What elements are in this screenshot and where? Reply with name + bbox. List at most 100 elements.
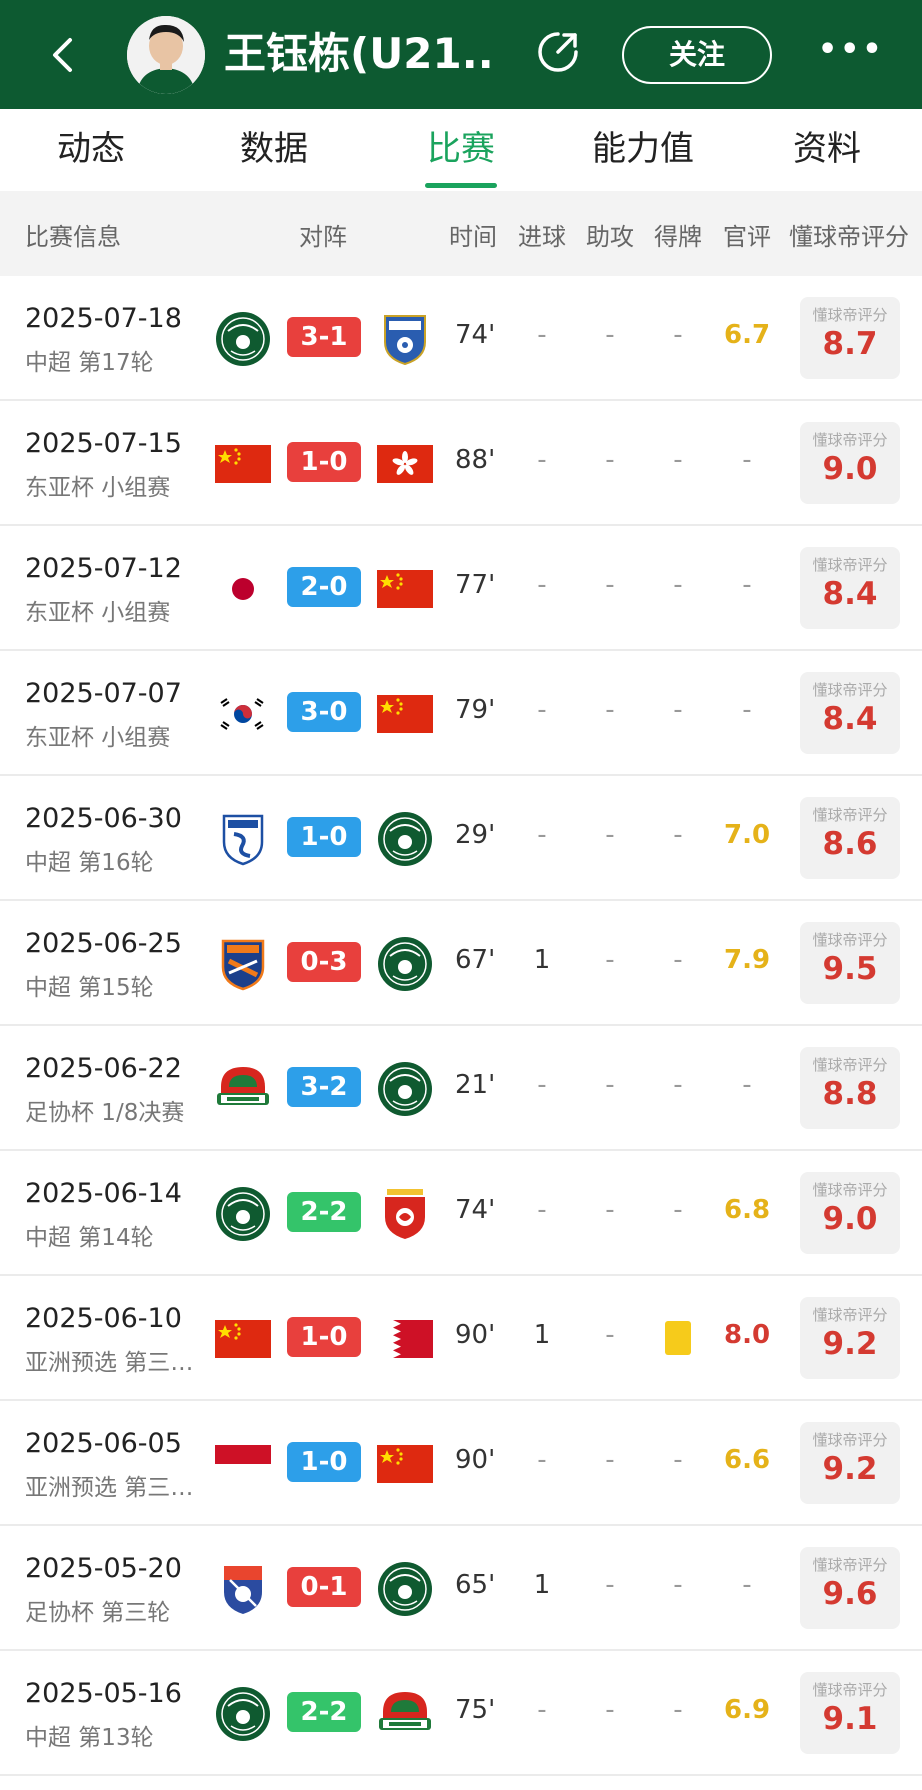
- assists-value: -: [605, 1070, 615, 1100]
- bahrain-flag: [376, 1310, 434, 1368]
- zhejiang-logo: [214, 1685, 272, 1743]
- match-score: 3-0: [287, 692, 361, 732]
- official-rating: -: [742, 695, 752, 725]
- qingdao-west-coast-logo: [214, 935, 272, 993]
- zhejiang-logo: [376, 810, 434, 868]
- goals-value: -: [537, 1695, 547, 1725]
- col-official: 官评: [723, 223, 771, 251]
- fan-rating-label: 懂球帝评分: [812, 1056, 888, 1074]
- match-row[interactable]: 2025-07-12 东亚杯 小组赛 2-0 77' - - - - 懂球帝评分 8.4: [0, 526, 922, 651]
- goals-value: 1: [533, 945, 551, 975]
- tab-data[interactable]: 数据: [240, 127, 308, 171]
- fan-rating-label: 懂球帝评分: [812, 1306, 888, 1324]
- fan-rating-label: 懂球帝评分: [812, 556, 888, 574]
- goals-value: -: [537, 320, 547, 350]
- minutes-played: 65': [455, 1570, 496, 1600]
- match-row[interactable]: 2025-06-14 中超 第14轮 2-2 74' - - - 6.8 懂球帝评分 9.0: [0, 1151, 922, 1276]
- match-competition: 东亚杯 小组赛: [25, 725, 171, 751]
- fan-rating-label: 懂球帝评分: [812, 1681, 888, 1699]
- match-row[interactable]: 2025-06-25 中超 第15轮 0-3 67' 1 - - 7.9 懂球帝评分 9.5: [0, 901, 922, 1026]
- zhejiang-logo: [376, 1060, 434, 1118]
- col-assists: 助攻: [586, 223, 634, 251]
- match-competition: 中超 第15轮: [25, 975, 154, 1001]
- match-row[interactable]: 2025-06-05 亚洲预选 第三阶段 1-0 90' - - - 6.6 懂球帝评分 9.2: [0, 1401, 922, 1526]
- cards-value: -: [673, 445, 683, 475]
- cards-value: -: [673, 1070, 683, 1100]
- cards-value: -: [673, 695, 683, 725]
- player-name: 王钰栋(U21...: [224, 29, 494, 78]
- back-icon[interactable]: [40, 30, 90, 80]
- assists-value: -: [605, 1695, 615, 1725]
- yellow-card-icon: [665, 1321, 691, 1355]
- more-icon[interactable]: •••: [818, 35, 882, 68]
- fan-rating-badge[interactable]: 懂球帝评分 9.2: [800, 1422, 900, 1504]
- fan-rating-badge[interactable]: 懂球帝评分 8.4: [800, 547, 900, 629]
- fan-rating-badge[interactable]: 懂球帝评分 9.0: [800, 1172, 900, 1254]
- official-rating: 7.0: [724, 820, 771, 850]
- match-row[interactable]: 2025-06-10 亚洲预选 第三阶段 1-0 90' 1 - 8.0 懂球帝评分 9.2: [0, 1276, 922, 1401]
- minutes-played: 90': [455, 1445, 496, 1475]
- official-rating: 8.0: [724, 1320, 771, 1350]
- tab-bar: 动态 数据 比赛 能力值 资料: [0, 109, 922, 191]
- share-icon[interactable]: [532, 26, 584, 78]
- tab-ability[interactable]: 能力值: [592, 127, 694, 171]
- fan-rating-badge[interactable]: 懂球帝评分 9.2: [800, 1297, 900, 1379]
- china-flag: [376, 560, 434, 618]
- minutes-played: 79': [455, 695, 496, 725]
- minutes-played: 21': [455, 1070, 496, 1100]
- match-row[interactable]: 2025-05-20 足协杯 第三轮 0-1 65' 1 - - - 懂球帝评分 9.6: [0, 1526, 922, 1651]
- yunnan-yukun-logo: [376, 310, 434, 368]
- match-score: 2-2: [287, 1692, 361, 1732]
- official-rating: -: [742, 570, 752, 600]
- zhejiang-logo: [214, 1185, 272, 1243]
- match-date: 2025-07-12: [25, 553, 182, 584]
- fan-rating-badge[interactable]: 懂球帝评分 9.1: [800, 1672, 900, 1754]
- fan-rating-badge[interactable]: 懂球帝评分 8.6: [800, 797, 900, 879]
- match-row[interactable]: 2025-05-16 中超 第13轮 2-2 75' - - - 6.9 懂球帝评分 9.1: [0, 1651, 922, 1776]
- fan-rating-badge[interactable]: 懂球帝评分 8.8: [800, 1047, 900, 1129]
- match-score: 1-0: [287, 442, 361, 482]
- china-flag: [214, 435, 272, 493]
- assists-value: -: [605, 570, 615, 600]
- minutes-played: 90': [455, 1320, 496, 1350]
- match-score: 1-0: [287, 817, 361, 857]
- shijiazhuang-logo: [214, 1560, 272, 1618]
- match-row[interactable]: 2025-07-07 东亚杯 小组赛 3-0 79' - - - - 懂球帝评分 8.4: [0, 651, 922, 776]
- tab-matches[interactable]: 比赛: [427, 127, 495, 171]
- fan-rating-badge[interactable]: 懂球帝评分 9.6: [800, 1547, 900, 1629]
- tab-profile[interactable]: 资料: [793, 127, 861, 171]
- dalian-logo: [214, 810, 272, 868]
- fan-rating-badge[interactable]: 懂球帝评分 8.4: [800, 672, 900, 754]
- goals-value: 1: [533, 1570, 551, 1600]
- match-competition: 中超 第13轮: [25, 1725, 154, 1751]
- match-competition: 中超 第14轮: [25, 1225, 154, 1251]
- goals-value: -: [537, 1070, 547, 1100]
- cards-value: -: [673, 820, 683, 850]
- indonesia-flag: [214, 1435, 272, 1493]
- henan-logo: [214, 1060, 272, 1118]
- fan-rating-badge[interactable]: 懂球帝评分 9.5: [800, 922, 900, 1004]
- match-row[interactable]: 2025-07-15 东亚杯 小组赛 1-0 88' - - - - 懂球帝评分 9.0: [0, 401, 922, 526]
- minutes-played: 29': [455, 820, 496, 850]
- cards-value: -: [673, 945, 683, 975]
- fan-rating-badge[interactable]: 懂球帝评分 8.7: [800, 297, 900, 379]
- match-row[interactable]: 2025-06-30 中超 第16轮 1-0 29' - - - 7.0 懂球帝评分 8.6: [0, 776, 922, 901]
- match-date: 2025-07-18: [25, 303, 182, 334]
- follow-button[interactable]: 关注: [622, 26, 772, 84]
- official-rating: 6.6: [724, 1445, 771, 1475]
- fan-rating-badge[interactable]: 懂球帝评分 9.0: [800, 422, 900, 504]
- fan-rating-label: 懂球帝评分: [812, 681, 888, 699]
- match-row[interactable]: 2025-06-22 足协杯 1/8决赛 3-2 21' - - - - 懂球帝评分 8.8: [0, 1026, 922, 1151]
- match-score: 0-3: [287, 942, 361, 982]
- fan-rating-label: 懂球帝评分: [812, 1181, 888, 1199]
- fan-rating-label: 懂球帝评分: [812, 431, 888, 449]
- match-competition: 亚洲预选 第三阶段: [25, 1350, 203, 1376]
- minutes-played: 67': [455, 945, 496, 975]
- match-date: 2025-06-10: [25, 1303, 182, 1334]
- match-date: 2025-06-14: [25, 1178, 182, 1209]
- tab-feed[interactable]: 动态: [57, 127, 125, 171]
- avatar[interactable]: [127, 16, 205, 94]
- fan-rating-value: 9.5: [822, 951, 878, 987]
- match-row[interactable]: 2025-07-18 中超 第17轮 3-1 74' - - - 6.7 懂球帝评分 8.7: [0, 276, 922, 401]
- henan-logo: [376, 1685, 434, 1743]
